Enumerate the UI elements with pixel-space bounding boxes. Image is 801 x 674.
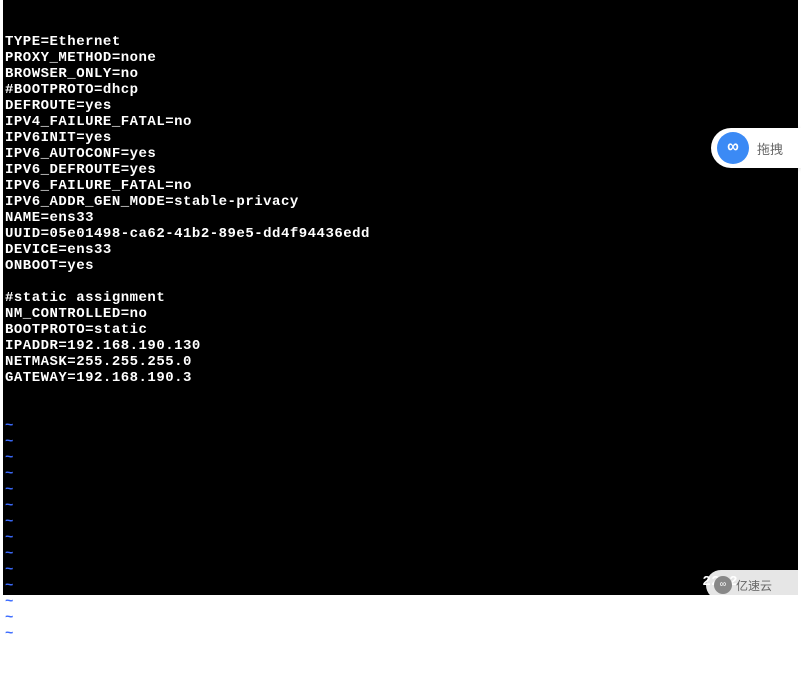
vim-empty-line-tilde: ~ — [5, 514, 798, 530]
config-line: NM_CONTROLLED=no — [5, 306, 798, 322]
cloud-infinity-icon: ∞ — [717, 132, 749, 164]
config-line: IPV6_AUTOCONF=yes — [5, 146, 798, 162]
config-line: IPV6_DEFROUTE=yes — [5, 162, 798, 178]
config-line: BOOTPROTO=static — [5, 322, 798, 338]
config-line: PROXY_METHOD=none — [5, 50, 798, 66]
empty-lines: ~~~~~~~~~~~~~~ — [5, 418, 798, 642]
vim-empty-line-tilde: ~ — [5, 466, 798, 482]
vim-empty-line-tilde: ~ — [5, 578, 798, 594]
config-line: NETMASK=255.255.255.0 — [5, 354, 798, 370]
watermark-cloud-icon: ∞ — [714, 576, 732, 594]
config-line: IPV6_FAILURE_FATAL=no — [5, 178, 798, 194]
terminal-editor[interactable]: TYPE=EthernetPROXY_METHOD=noneBROWSER_ON… — [3, 0, 798, 595]
vim-empty-line-tilde: ~ — [5, 434, 798, 450]
vim-empty-line-tilde: ~ — [5, 482, 798, 498]
config-line: BROWSER_ONLY=no — [5, 66, 798, 82]
watermark-badge[interactable]: ∞ 亿速云 — [706, 570, 801, 600]
watermark-text: 亿速云 — [736, 577, 772, 594]
drag-label: 拖拽 — [757, 139, 783, 158]
config-line: NAME=ens33 — [5, 210, 798, 226]
drag-upload-widget[interactable]: ∞ 拖拽 — [711, 128, 801, 168]
vim-empty-line-tilde: ~ — [5, 450, 798, 466]
vim-empty-line-tilde: ~ — [5, 546, 798, 562]
config-line: DEFROUTE=yes — [5, 98, 798, 114]
vim-empty-line-tilde: ~ — [5, 626, 798, 642]
vim-empty-line-tilde: ~ — [5, 530, 798, 546]
config-line: TYPE=Ethernet — [5, 34, 798, 50]
config-line: IPV6_ADDR_GEN_MODE=stable-privacy — [5, 194, 798, 210]
config-line: ONBOOT=yes — [5, 258, 798, 274]
config-line: IPV4_FAILURE_FATAL=no — [5, 114, 798, 130]
config-line: IPADDR=192.168.190.130 — [5, 338, 798, 354]
config-line: GATEWAY=192.168.190.3 — [5, 370, 798, 386]
vim-empty-line-tilde: ~ — [5, 562, 798, 578]
config-line: IPV6INIT=yes — [5, 130, 798, 146]
config-line: DEVICE=ens33 — [5, 242, 798, 258]
vim-empty-line-tilde: ~ — [5, 418, 798, 434]
config-content: TYPE=EthernetPROXY_METHOD=noneBROWSER_ON… — [5, 34, 798, 386]
config-line: #static assignment — [5, 290, 798, 306]
config-line: UUID=05e01498-ca62-41b2-89e5-dd4f94436ed… — [5, 226, 798, 242]
vim-empty-line-tilde: ~ — [5, 594, 798, 610]
config-line: #BOOTPROTO=dhcp — [5, 82, 798, 98]
vim-empty-line-tilde: ~ — [5, 610, 798, 626]
config-line — [5, 274, 798, 290]
vim-empty-line-tilde: ~ — [5, 498, 798, 514]
